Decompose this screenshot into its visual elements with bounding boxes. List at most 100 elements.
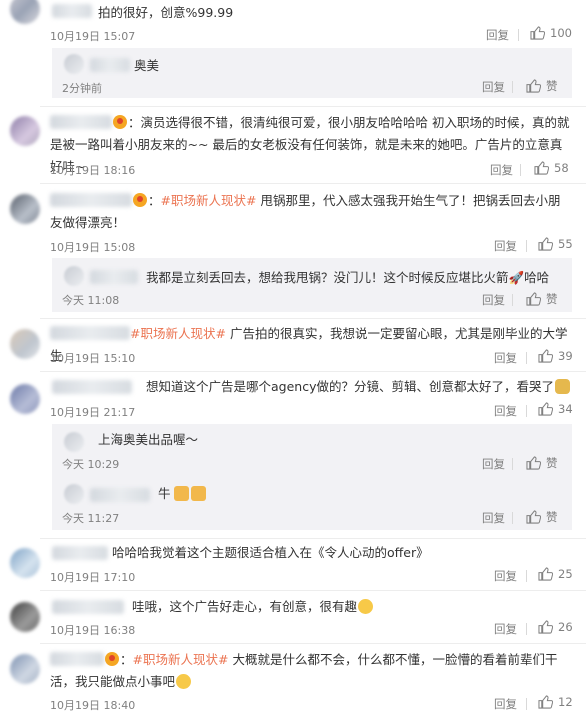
comment-text: 哇哦，这个广告好走心，有创意，很有趣 xyxy=(132,596,572,618)
like-button[interactable]: 赞 xyxy=(526,291,558,307)
like-label: 赞 xyxy=(546,456,558,470)
separator xyxy=(40,590,586,591)
divider xyxy=(512,512,513,524)
rocket-icon: 🚀 xyxy=(508,270,525,285)
like-button[interactable]: 26 xyxy=(538,620,573,634)
comment-time: 10月19日 18:40 xyxy=(50,699,136,712)
like-button[interactable]: 34 xyxy=(538,402,573,416)
like-button[interactable]: 赞 xyxy=(526,509,558,525)
thumbs-up-icon xyxy=(538,402,553,416)
separator xyxy=(40,371,586,372)
comment-text: ：#职场新人现状# 大概就是什么都不会，什么都不懂，一脸懵的看着前辈们干活，我只… xyxy=(50,652,558,689)
user-name-blurred[interactable] xyxy=(52,600,124,614)
avatar[interactable] xyxy=(64,432,84,452)
avatar[interactable] xyxy=(10,194,40,224)
thumbs-up-emoji-icon xyxy=(190,486,206,501)
user-name-blurred[interactable] xyxy=(50,652,104,666)
like-label: 赞 xyxy=(546,510,558,524)
like-button[interactable]: 39 xyxy=(538,349,573,363)
comment-time: 10月19日 15:07 xyxy=(50,30,136,43)
laugh-emoji-icon xyxy=(176,674,192,689)
comment-text: 哈哈哈我觉着这个主题很适合植入在《令人心动的offer》 xyxy=(112,545,429,560)
avatar[interactable] xyxy=(64,54,84,74)
sub-reply-text: 奥美 xyxy=(134,58,160,73)
crying-emoji-icon xyxy=(554,379,570,394)
like-button[interactable]: 58 xyxy=(534,161,569,175)
user-name-blurred[interactable] xyxy=(90,58,130,72)
avatar[interactable] xyxy=(10,329,40,359)
sub-reply-time: 今天 11:08 xyxy=(62,294,120,307)
separator xyxy=(40,106,586,107)
separator xyxy=(40,643,586,644)
reply-button[interactable]: 回复 xyxy=(494,350,517,366)
divider xyxy=(526,570,527,582)
thumbs-up-icon xyxy=(526,292,541,306)
vip-badge-icon xyxy=(133,193,147,207)
avatar[interactable] xyxy=(64,484,84,504)
reply-button[interactable]: 回复 xyxy=(494,403,517,419)
thumbs-up-icon xyxy=(538,567,553,581)
thumbs-up-icon xyxy=(538,349,553,363)
comment-text: 拍的很好，创意%99.99 xyxy=(98,5,234,20)
divider xyxy=(526,352,527,364)
topic-tag-link[interactable]: #职场新人现状# xyxy=(133,652,229,667)
divider xyxy=(512,458,513,470)
user-name-blurred[interactable] xyxy=(90,270,138,284)
reply-button[interactable]: 回复 xyxy=(494,238,517,254)
like-count: 26 xyxy=(558,620,573,634)
reply-button[interactable]: 回复 xyxy=(486,27,509,43)
separator xyxy=(40,538,586,539)
divider xyxy=(526,240,527,252)
thumbs-up-icon xyxy=(526,79,541,93)
sub-reply-text: 上海奥美出品喔～ xyxy=(98,432,199,447)
like-button[interactable]: 55 xyxy=(538,237,573,251)
reply-button[interactable]: 回复 xyxy=(482,510,505,526)
sub-reply-time: 今天 10:29 xyxy=(62,458,120,471)
topic-tag-link[interactable]: #职场新人现状# xyxy=(130,326,226,341)
user-name-blurred[interactable] xyxy=(90,488,150,502)
avatar[interactable] xyxy=(10,116,40,146)
user-name-blurred[interactable] xyxy=(52,546,108,560)
like-button[interactable]: 25 xyxy=(538,567,573,581)
avatar[interactable] xyxy=(10,602,40,632)
like-button[interactable]: 12 xyxy=(538,695,573,709)
avatar[interactable] xyxy=(10,654,40,684)
comment-time: 10月19日 15:10 xyxy=(50,352,136,365)
like-count: 100 xyxy=(550,26,572,40)
like-count: 39 xyxy=(558,349,573,363)
thumbs-up-icon xyxy=(534,161,549,175)
user-name-blurred[interactable] xyxy=(50,326,130,340)
avatar[interactable] xyxy=(10,384,40,414)
avatar[interactable] xyxy=(10,548,40,578)
like-count: 12 xyxy=(558,695,573,709)
topic-tag-link[interactable]: #职场新人现状# xyxy=(161,193,257,208)
reply-button[interactable]: 回复 xyxy=(490,162,513,178)
divider xyxy=(512,294,513,306)
sub-reply-text: 牛 xyxy=(158,484,572,504)
user-name-blurred[interactable] xyxy=(50,193,132,207)
reply-button[interactable]: 回复 xyxy=(482,79,505,95)
user-name-blurred[interactable] xyxy=(52,380,132,394)
comment-time: 10月19日 15:08 xyxy=(50,241,136,254)
comment-time: 10月19日 18:16 xyxy=(50,164,136,177)
like-button[interactable]: 赞 xyxy=(526,78,558,94)
reply-button[interactable]: 回复 xyxy=(494,696,517,712)
reply-button[interactable]: 回复 xyxy=(494,568,517,584)
like-button[interactable]: 赞 xyxy=(526,455,558,471)
reply-button[interactable]: 回复 xyxy=(494,621,517,637)
reply-button[interactable]: 回复 xyxy=(482,456,505,472)
divider xyxy=(512,81,513,93)
avatar[interactable] xyxy=(10,0,40,24)
thumbs-up-icon xyxy=(526,456,541,470)
user-name-blurred[interactable] xyxy=(52,4,92,18)
vip-badge-icon xyxy=(113,115,127,129)
comment-text: ：#职场新人现状# 甩锅那里，代入感太强我开始生气了！把锅丢回去小朋友做得漂亮！ xyxy=(50,193,561,230)
divider xyxy=(520,164,521,176)
avatar[interactable] xyxy=(64,266,84,286)
reply-button[interactable]: 回复 xyxy=(482,292,505,308)
user-name-blurred[interactable] xyxy=(50,115,112,129)
thumbs-up-icon xyxy=(538,237,553,251)
comment-time: 10月19日 17:10 xyxy=(50,571,136,584)
separator xyxy=(40,183,586,184)
like-button[interactable]: 100 xyxy=(530,26,572,40)
